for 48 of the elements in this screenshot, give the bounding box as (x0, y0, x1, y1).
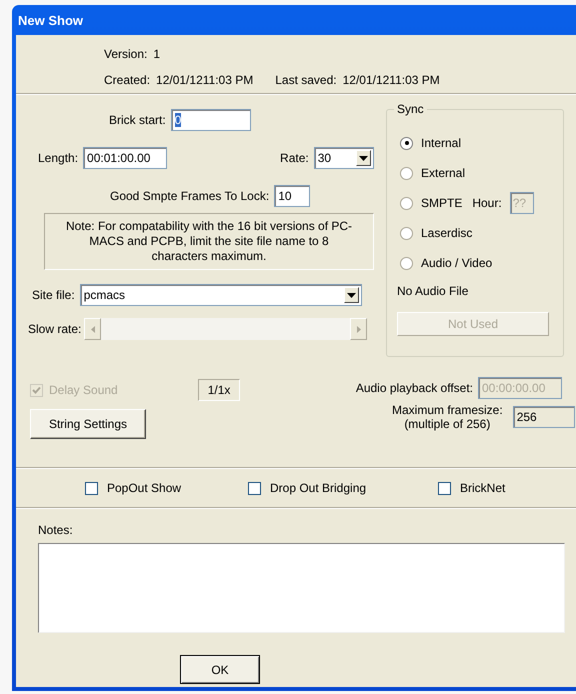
audio-file-status: No Audio File (397, 284, 470, 298)
length-label: Length: (38, 151, 78, 165)
lock-frames-label: Good Smpte Frames To Lock: (110, 189, 270, 203)
radio-button[interactable] (400, 166, 413, 180)
checkbox-label: PopOut Show (107, 481, 182, 495)
radio-button[interactable] (400, 136, 413, 150)
radio-label: Laserdisc (421, 226, 472, 240)
lock-frames-field[interactable]: 10 (274, 185, 310, 207)
checkbox[interactable] (85, 482, 98, 494)
radio-button[interactable] (400, 226, 413, 240)
notes-label: Notes: (38, 523, 74, 537)
window-title: New Show (18, 12, 84, 28)
length-field[interactable]: 00:01:00.00 (83, 147, 168, 169)
last-saved-label: Last saved: (275, 73, 337, 87)
created-label: Created: (104, 73, 150, 87)
max-framesize-hint: (multiple of 256) (404, 417, 490, 431)
string-settings-button[interactable]: String Settings (30, 409, 146, 439)
checkbox-label: Drop Out Bridging (270, 481, 366, 495)
slow-rate-label: Slow rate: (28, 322, 82, 336)
max-framesize-field[interactable]: 256 (512, 406, 575, 428)
speed-readout: 1/1x (198, 379, 240, 401)
audio-offset-label: Audio playback offset: (356, 381, 473, 395)
created-value: 12/01/1211:03 PM (156, 73, 254, 87)
checkbox[interactable] (438, 482, 451, 494)
rate-dropdown[interactable]: 30 (314, 147, 374, 169)
radio-label: SMPTE (421, 196, 462, 210)
max-framesize-label: Maximum framesize: (392, 403, 503, 417)
checkbox-label: BrickNet (460, 481, 506, 495)
radio-label: Audio / Video (421, 256, 492, 270)
hour-label: Hour: (472, 196, 502, 210)
sync-title: Sync (394, 102, 427, 116)
last-saved-value: 12/01/1211:03 PM (342, 73, 440, 87)
note-text: Note: For compatability with the 16 bit versions of PC-MACS and PCPB, limit the site file name to 8 characters maximum. (44, 213, 374, 270)
notes-field[interactable] (38, 543, 565, 633)
radio-label: External (421, 166, 466, 180)
delay-sound-label: Delay Sound (49, 383, 118, 397)
radio-button[interactable] (400, 196, 413, 210)
version-value: 1 (153, 47, 160, 61)
brick-start-label: Brick start: (109, 113, 166, 127)
radio-label: Internal (421, 136, 462, 150)
rate-label: Rate: (280, 151, 309, 165)
version-label: Version: (104, 47, 148, 61)
checkbox[interactable] (248, 482, 261, 494)
ok-button[interactable]: OK (180, 655, 260, 684)
radio-button[interactable] (400, 256, 413, 270)
brick-start-field[interactable]: 0 (170, 109, 251, 131)
site-file-label: Site file: (32, 288, 75, 302)
site-file-dropdown[interactable]: pcmacs (80, 284, 362, 306)
